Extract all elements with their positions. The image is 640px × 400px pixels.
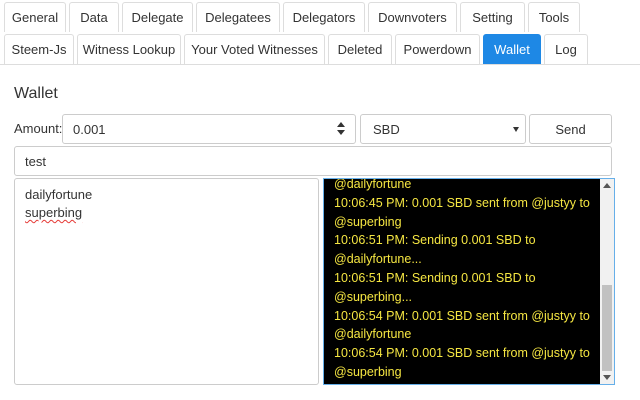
page-title: Wallet xyxy=(14,85,58,102)
tab-delegate[interactable]: Delegate xyxy=(122,2,193,32)
recipients-textarea[interactable]: dailyfortune superbing xyxy=(14,178,319,385)
scroll-up-icon[interactable] xyxy=(603,183,611,188)
tab-tools[interactable]: Tools xyxy=(528,2,580,32)
send-button[interactable]: Send xyxy=(529,114,612,144)
amount-input[interactable]: 0.001 xyxy=(62,114,356,144)
tab-deleted[interactable]: Deleted xyxy=(328,34,392,64)
tab-setting[interactable]: Setting xyxy=(460,2,525,32)
currency-value: SBD xyxy=(373,122,400,137)
log-line: 10:06:51 PM: Sending 0.001 SBD to xyxy=(334,270,536,285)
scrollbar-thumb[interactable] xyxy=(602,285,612,371)
log-line: @superbing xyxy=(334,364,402,379)
tab-data[interactable]: Data xyxy=(69,2,119,32)
tab-wallet[interactable]: Wallet xyxy=(483,34,541,64)
log-line: @dailyfortune xyxy=(334,178,412,191)
tab-general[interactable]: General xyxy=(4,2,66,32)
number-spinner-icon[interactable] xyxy=(336,122,346,136)
log-lines: @dailyfortune 10:06:45 PM: 0.001 SBD sent… xyxy=(334,178,596,382)
log-line: 10:06:54 PM: 0.001 SBD sent from @justyy… xyxy=(334,346,590,361)
tab-log[interactable]: Log xyxy=(544,34,588,64)
log-line: 10:06:54 PM: 0.001 SBD sent from @justyy… xyxy=(334,308,590,323)
scroll-down-icon[interactable] xyxy=(603,375,611,380)
currency-select[interactable]: SBD xyxy=(360,114,526,144)
log-line: @superbing... xyxy=(334,289,413,304)
tab-steem-js[interactable]: Steem-Js xyxy=(4,34,74,64)
tab-delegators[interactable]: Delegators xyxy=(283,2,365,32)
scrollbar[interactable] xyxy=(600,179,614,384)
tab-bar: General Data Delegate Delegatees Delegat… xyxy=(0,0,640,65)
recipient-line: dailyfortune xyxy=(25,187,93,202)
tab-delegatees[interactable]: Delegatees xyxy=(196,2,280,32)
chevron-down-icon xyxy=(513,127,519,132)
tab-powerdown[interactable]: Powerdown xyxy=(395,34,480,64)
tab-witness-lookup[interactable]: Witness Lookup xyxy=(77,34,181,64)
spinner-up-icon[interactable] xyxy=(337,122,345,127)
recipient-line: superbing xyxy=(25,205,83,220)
tab-downvoters[interactable]: Downvoters xyxy=(368,2,457,32)
log-output[interactable]: @dailyfortune 10:06:45 PM: 0.001 SBD sent… xyxy=(323,178,615,385)
log-line: @dailyfortune... xyxy=(334,252,422,267)
log-line: @dailyfortune xyxy=(334,327,412,342)
amount-value: 0.001 xyxy=(73,122,106,137)
amount-label: Amount: xyxy=(14,121,63,136)
spinner-down-icon[interactable] xyxy=(337,130,345,135)
tab-row-2: Steem-Js Witness Lookup Your Voted Witne… xyxy=(0,32,588,64)
log-line: 10:06:51 PM: Sending 0.001 SBD to xyxy=(334,233,536,248)
log-line: 10:06:45 PM: 0.001 SBD sent from @justyy… xyxy=(334,195,590,210)
tab-your-voted-witnesses[interactable]: Your Voted Witnesses xyxy=(184,34,325,64)
memo-value: test xyxy=(25,154,46,169)
memo-input[interactable]: test xyxy=(14,146,612,176)
tab-row-1: General Data Delegate Delegatees Delegat… xyxy=(0,0,580,32)
log-line: @superbing xyxy=(334,214,402,229)
